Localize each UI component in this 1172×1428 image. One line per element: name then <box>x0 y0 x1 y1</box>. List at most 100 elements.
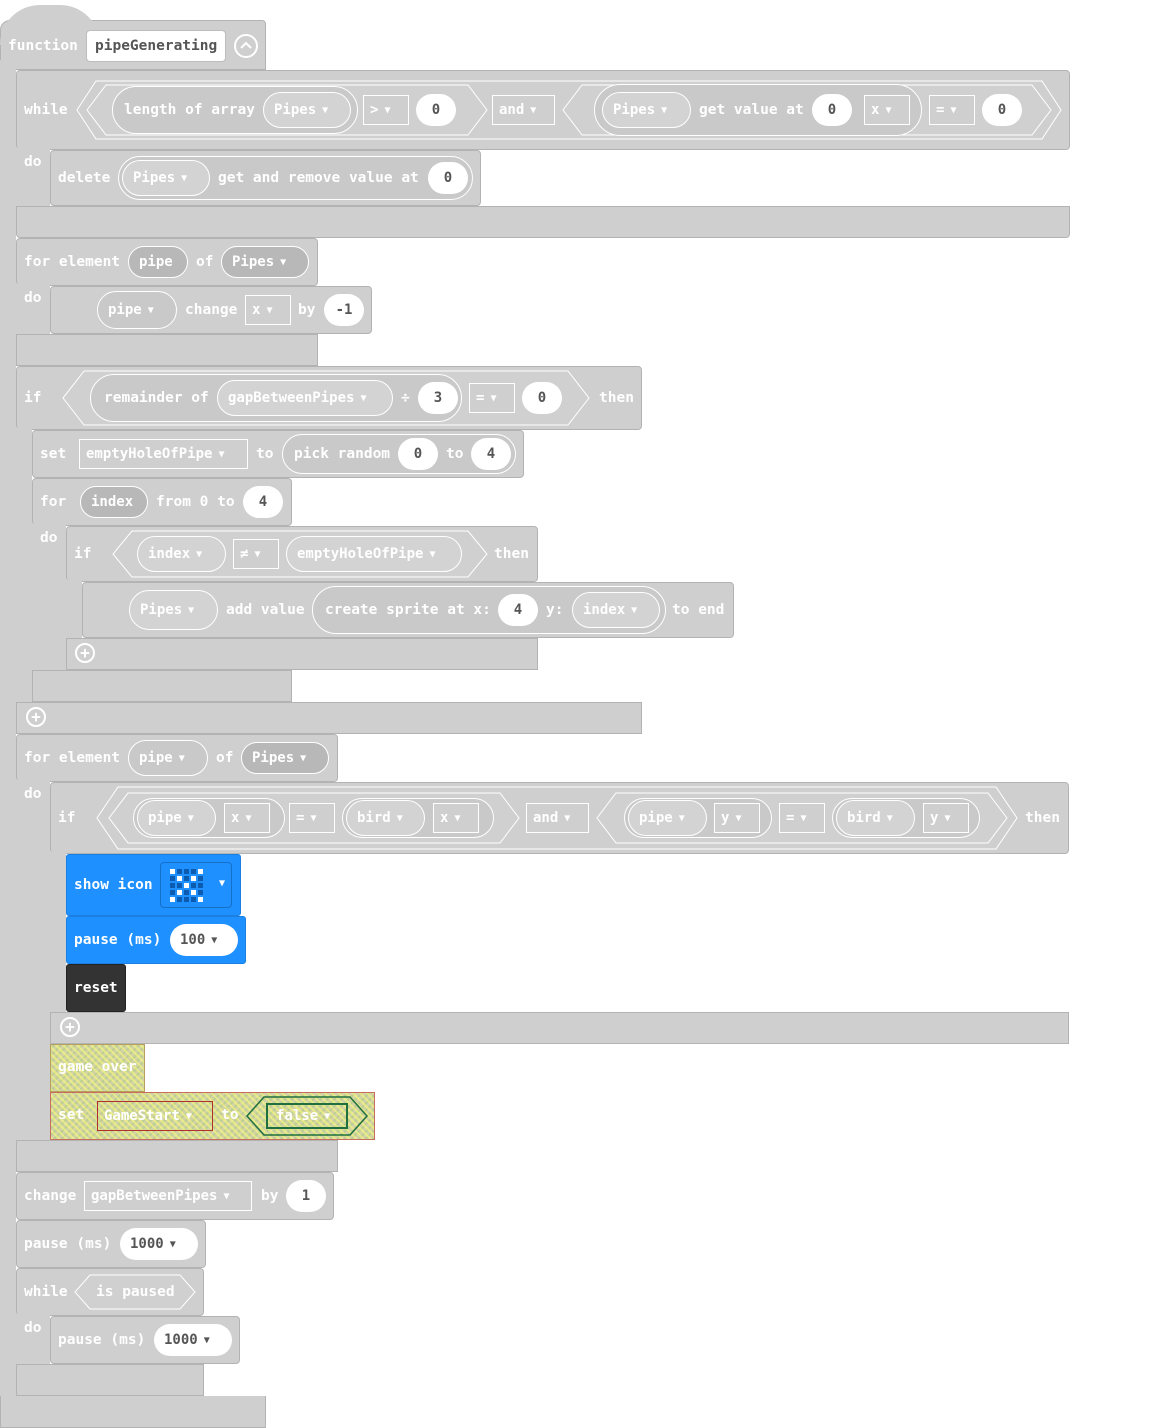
x-property-dropdown[interactable]: x ▼ <box>224 803 270 833</box>
caret-down-icon: ▼ <box>219 878 226 889</box>
loop-variable-dropdown[interactable]: pipe ▼ <box>128 740 208 776</box>
caret-down-icon: ▼ <box>223 1191 230 1202</box>
compare-value-input[interactable]: 0 <box>522 382 562 414</box>
to-keyword: to <box>221 1107 239 1123</box>
number-input-2[interactable]: 0 <box>982 94 1022 126</box>
for-element-keyword: for element <box>24 750 121 766</box>
number-input[interactable]: 0 <box>416 94 456 126</box>
icon-picker[interactable]: ▼ <box>160 862 232 908</box>
change-keyword: change <box>185 302 238 318</box>
for-keyword: for <box>40 494 67 510</box>
then-keyword: then <box>599 390 634 406</box>
if-inner-spine <box>66 580 82 642</box>
array-dropdown-2[interactable]: Pipes ▼ <box>602 92 691 128</box>
array-dropdown-add[interactable]: Pipes ▼ <box>129 590 218 630</box>
sprite-x-input[interactable]: 4 <box>498 594 538 626</box>
and-dropdown[interactable]: and ▼ <box>492 95 555 125</box>
change-by-input[interactable]: 1 <box>286 1180 326 1212</box>
caret-down-icon: ▼ <box>211 935 218 946</box>
function-name-field[interactable]: pipeGenerating <box>86 30 227 62</box>
y-property-dropdown-2[interactable]: y ▼ <box>923 803 969 833</box>
while-paused-footer <box>16 1364 204 1396</box>
caret-down-icon: ▼ <box>396 813 403 824</box>
array-dropdown-for[interactable]: Pipes ▼ <box>221 246 309 278</box>
property-dropdown[interactable]: x ▼ <box>245 295 291 325</box>
index-input[interactable]: 0 <box>812 94 852 126</box>
change-variable-dropdown[interactable]: gapBetweenPipes ▼ <box>84 1181 252 1211</box>
pause-value-dropdown[interactable]: 100 ▼ <box>170 924 238 956</box>
game-over-label: game over <box>58 1059 137 1075</box>
set-keyword: set <box>58 1107 85 1123</box>
equals-dropdown[interactable]: = ▼ <box>469 383 515 413</box>
bird-dropdown[interactable]: bird ▼ <box>346 800 425 836</box>
array-dropdown-for-2[interactable]: Pipes ▼ <box>241 742 329 774</box>
for-element-keyword: for element <box>24 254 121 270</box>
and-dropdown-2[interactable]: and ▼ <box>526 803 589 833</box>
by-keyword: by <box>298 302 316 318</box>
while-keyword: while <box>24 102 68 118</box>
set-variable-dropdown[interactable]: emptyHoleOfPipe ▼ <box>79 439 248 469</box>
if-keyword: if <box>58 810 76 826</box>
if-footer <box>16 702 642 734</box>
array-dropdown-3[interactable]: Pipes ▼ <box>122 160 210 196</box>
pipe-dropdown-2[interactable]: pipe ▼ <box>628 800 707 836</box>
gamestart-variable-dropdown[interactable]: GameStart ▼ <box>97 1101 213 1131</box>
do-keyword: do <box>40 530 58 546</box>
pipe-dropdown[interactable]: pipe ▼ <box>137 800 216 836</box>
not-equal-dropdown[interactable]: ≠ ▼ <box>233 539 279 569</box>
function-spine <box>0 60 16 1428</box>
equals-dropdown[interactable]: = ▼ <box>929 95 975 125</box>
array-dropdown[interactable]: Pipes ▼ <box>263 92 351 128</box>
variable-dropdown-2[interactable]: emptyHoleOfPipe ▼ <box>286 536 462 572</box>
sprite-label: bird <box>357 810 391 826</box>
array-label: Pipes <box>252 750 295 766</box>
for-index-footer <box>32 670 292 702</box>
equals-label: = <box>476 390 485 406</box>
loop-variable[interactable]: pipe <box>128 246 188 278</box>
caret-down-icon: ▼ <box>169 1239 176 1250</box>
caret-down-icon: ▼ <box>266 305 273 316</box>
length-of-array-label: length of array <box>124 102 255 118</box>
add-else-icon[interactable]: + <box>60 1017 80 1037</box>
for-to-input[interactable]: 4 <box>243 486 283 518</box>
caret-down-icon: ▼ <box>429 549 436 560</box>
sprite-label: pipe <box>639 810 673 826</box>
property-dropdown[interactable]: x ▼ <box>864 95 910 125</box>
equals-dropdown-2[interactable]: = ▼ <box>779 803 825 833</box>
create-sprite-label: create sprite at x: <box>325 602 491 618</box>
pause-value-dropdown-2[interactable]: 1000 ▼ <box>120 1228 198 1260</box>
bird-dropdown-2[interactable]: bird ▼ <box>836 800 915 836</box>
divisor-input[interactable]: 3 <box>418 382 458 414</box>
sprite-dropdown[interactable]: pipe ▼ <box>97 291 177 329</box>
do-keyword: do <box>24 290 42 306</box>
do-keyword: do <box>24 1320 42 1336</box>
add-else-icon[interactable]: + <box>26 707 46 727</box>
random-to-keyword: to <box>446 446 464 462</box>
for-footer <box>16 334 318 366</box>
operator-dropdown[interactable]: > ▼ <box>363 95 409 125</box>
collapse-chevron-icon[interactable] <box>234 34 258 58</box>
random-from-input[interactable]: 0 <box>398 438 438 470</box>
index-dropdown[interactable]: index ▼ <box>137 536 226 572</box>
add-else-icon[interactable]: + <box>75 643 95 663</box>
boolean-dropdown[interactable]: false ▼ <box>266 1103 348 1129</box>
change-value-input[interactable]: -1 <box>324 294 364 326</box>
equals-dropdown[interactable]: = ▼ <box>289 803 335 833</box>
if-collision-spine <box>50 852 66 1016</box>
sprite-y-label: y: <box>546 602 564 618</box>
x-property-dropdown-2[interactable]: x ▼ <box>433 803 479 833</box>
pause-value-dropdown-3[interactable]: 1000 ▼ <box>154 1324 232 1356</box>
y-property-dropdown[interactable]: y ▼ <box>714 803 760 833</box>
caret-down-icon: ▼ <box>147 305 154 316</box>
array-dropdown-label: Pipes <box>274 102 317 118</box>
caret-down-icon: ▼ <box>360 393 367 404</box>
random-to-input[interactable]: 4 <box>471 438 511 470</box>
caret-down-icon: ▼ <box>254 549 261 560</box>
index-variable[interactable]: index <box>80 486 148 518</box>
sprite-label: pipe <box>148 810 182 826</box>
variable-dropdown[interactable]: gapBetweenPipes ▼ <box>217 380 393 416</box>
index-input-2[interactable]: 0 <box>428 162 468 194</box>
property-label: x <box>252 302 261 318</box>
caret-down-icon: ▼ <box>245 813 252 824</box>
y-variable-dropdown[interactable]: index ▼ <box>572 592 660 628</box>
